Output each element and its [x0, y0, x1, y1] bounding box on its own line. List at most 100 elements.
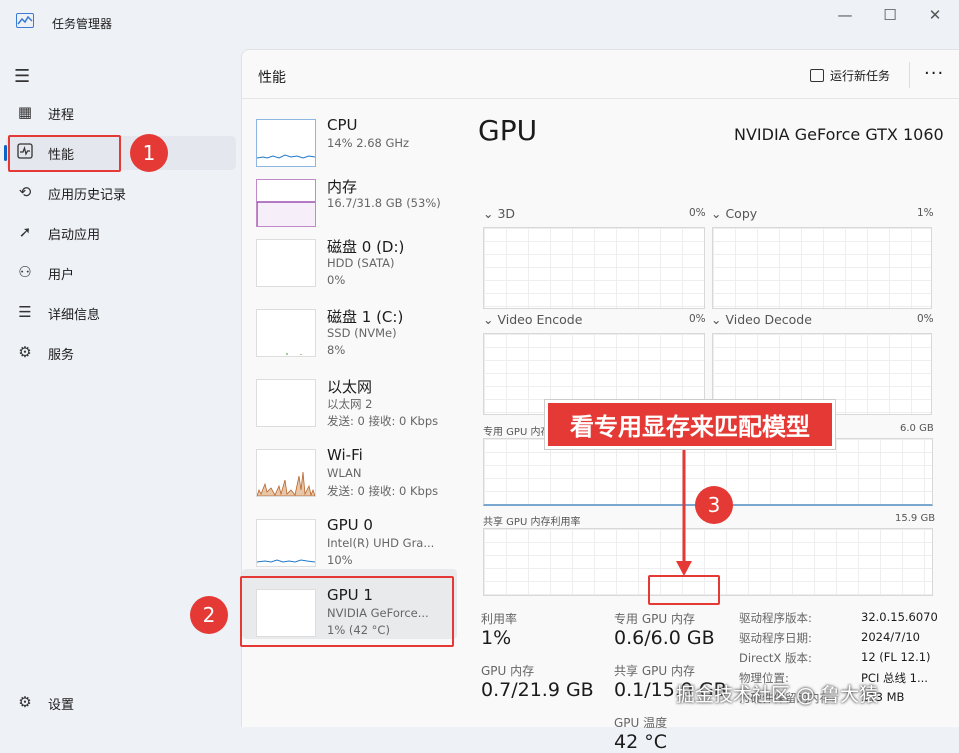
device-item-wifi[interactable]: Wi-Fi WLAN 发送: 0 接收: 0 Kbps	[242, 429, 457, 499]
hamburger-menu-icon[interactable]: ☰	[14, 66, 30, 87]
watermark: 掘金技术社区 @ 鲁大猿	[676, 684, 879, 706]
gpu-temperature-value: 42 °C	[614, 731, 667, 753]
gpu-memory-value: 0.7/21.9 GB	[481, 679, 594, 701]
device-sub: 10%	[327, 553, 353, 567]
engine-copy-label[interactable]: ⌄ Copy	[711, 206, 757, 221]
device-sub: Intel(R) UHD Gra...	[327, 536, 435, 550]
engine-name: Video Encode	[497, 312, 583, 327]
device-name: 内存	[327, 178, 358, 196]
sidebar-item-details[interactable]: ☰ 详细信息	[6, 296, 236, 330]
sidebar-item-label: 进程	[48, 108, 75, 123]
engine-video-encode-label[interactable]: ⌄ Video Encode	[483, 312, 582, 327]
sidebar-item-label: 用户	[48, 268, 75, 283]
sidebar-item-label: 详细信息	[48, 308, 101, 323]
device-sub: 0%	[327, 273, 346, 287]
annotation-banner: 看专用显存来匹配模型	[545, 400, 835, 449]
engine-video-decode-label[interactable]: ⌄ Video Decode	[711, 312, 812, 327]
more-options-button[interactable]: ···	[924, 63, 944, 84]
engine-copy-pct: 1%	[917, 207, 934, 219]
gpu0-thumbnail-graph	[256, 519, 316, 567]
utilization-label: 利用率	[481, 612, 518, 626]
gpu-memory-label: GPU 内存	[481, 664, 535, 678]
engine-3d-graph	[483, 227, 705, 309]
sidebar-item-label: 启动应用	[48, 228, 101, 243]
users-icon: ⚇	[18, 263, 32, 281]
minimize-button[interactable]: —	[830, 6, 860, 24]
sidebar-item-users[interactable]: ⚇ 用户	[6, 256, 236, 290]
new-task-icon	[810, 69, 824, 82]
device-sub: 以太网 2	[327, 397, 373, 411]
shared-memory-graph-max: 15.9 GB	[895, 513, 936, 524]
info-value: 2024/7/10	[861, 630, 920, 644]
annotation-highlight-dedicated-memory	[648, 575, 720, 605]
maximize-button[interactable]: ☐	[875, 6, 905, 24]
services-icon: ⚙	[18, 343, 32, 361]
run-new-task-label: 运行新任务	[830, 69, 891, 83]
engine-3d-label[interactable]: ⌄ 3D	[483, 206, 515, 221]
engine-3d-pct: 0%	[689, 207, 706, 219]
info-key: 驱动程序版本:	[739, 611, 812, 625]
wifi-thumbnail-graph	[256, 449, 316, 497]
disk0-thumbnail-graph	[256, 239, 316, 287]
dedicated-memory-value: 0.6/6.0 GB	[614, 627, 715, 649]
device-sub: 16.7/31.8 GB (53%)	[327, 196, 441, 210]
engine-video-encode-pct: 0%	[689, 313, 706, 325]
sidebar-item-services[interactable]: ⚙ 服务	[6, 336, 236, 370]
annotation-step-2: 2	[190, 596, 228, 634]
app-history-icon: ⟲	[18, 183, 32, 201]
device-name: 以太网	[327, 378, 373, 396]
device-sub: 14% 2.68 GHz	[327, 136, 410, 150]
device-sub: 发送: 0 接收: 0 Kbps	[327, 414, 439, 428]
info-value: 32.0.15.6070	[861, 610, 938, 624]
device-name: 磁盘 0 (D:)	[327, 238, 405, 256]
sidebar-item-processes[interactable]: ▦ 进程	[6, 96, 236, 130]
annotation-highlight-gpu1	[240, 576, 454, 647]
sidebar-item-settings[interactable]: ⚙ 设置	[6, 686, 236, 720]
ethernet-thumbnail-graph	[256, 379, 316, 427]
dedicated-memory-used: 0.6/	[614, 627, 651, 649]
device-sub: HDD (SATA)	[327, 256, 395, 270]
device-item-disk1[interactable]: 磁盘 1 (C:) SSD (NVMe) 8%	[242, 289, 457, 359]
device-item-disk0[interactable]: 磁盘 0 (D:) HDD (SATA) 0%	[242, 219, 457, 289]
gpu-model-name: NVIDIA GeForce GTX 1060	[734, 125, 944, 144]
sidebar-item-label: 设置	[48, 698, 75, 713]
disk1-thumbnail-graph	[256, 309, 316, 357]
device-sub: 8%	[327, 343, 346, 357]
engine-name: 3D	[497, 206, 516, 221]
run-new-task-button[interactable]: 运行新任务	[810, 67, 890, 84]
title-bar: 任务管理器 — ☐ ✕	[0, 0, 959, 48]
startup-icon: ➚	[18, 223, 32, 241]
dedicated-memory-label: 专用 GPU 内存	[614, 612, 695, 626]
details-icon: ☰	[18, 303, 32, 321]
device-item-gpu0[interactable]: GPU 0 Intel(R) UHD Gra... 10%	[242, 499, 457, 569]
device-name: 磁盘 1 (C:)	[327, 308, 404, 326]
gpu-temperature-label: GPU 温度	[614, 716, 668, 730]
info-value: 12 (FL 12.1)	[861, 650, 931, 664]
sidebar-item-label: 应用历史记录	[48, 188, 127, 203]
shared-memory-graph-label: 共享 GPU 内存利用率	[483, 517, 581, 528]
annotation-step-3: 3	[695, 486, 733, 524]
engine-name: Copy	[725, 206, 758, 221]
device-item-ethernet[interactable]: 以太网 以太网 2 发送: 0 接收: 0 Kbps	[242, 359, 457, 429]
device-name: CPU	[327, 116, 358, 134]
divider	[909, 62, 910, 88]
sidebar-item-startup[interactable]: ➚ 启动应用	[6, 216, 236, 250]
engine-video-decode-pct: 0%	[917, 313, 934, 325]
utilization-value: 1%	[481, 627, 512, 649]
engine-copy-graph	[712, 227, 932, 309]
window-title: 任务管理器	[52, 17, 113, 31]
sidebar-item-app-history[interactable]: ⟲ 应用历史记录	[6, 176, 236, 210]
page-title: 性能	[258, 70, 286, 86]
shared-memory-label: 共享 GPU 内存	[614, 664, 695, 678]
info-key: DirectX 版本:	[739, 651, 812, 665]
annotation-step-1: 1	[130, 134, 168, 172]
close-button[interactable]: ✕	[920, 6, 950, 24]
settings-gear-icon: ⚙	[18, 693, 32, 711]
gpu-title: GPU	[478, 114, 538, 147]
annotation-arrow	[676, 449, 692, 576]
device-name: Wi-Fi	[327, 446, 363, 464]
device-name: GPU 0	[327, 516, 373, 534]
processes-icon: ▦	[17, 103, 33, 121]
dedicated-memory-total: 6.0 GB	[650, 627, 715, 649]
info-key: 驱动程序日期:	[739, 631, 812, 645]
